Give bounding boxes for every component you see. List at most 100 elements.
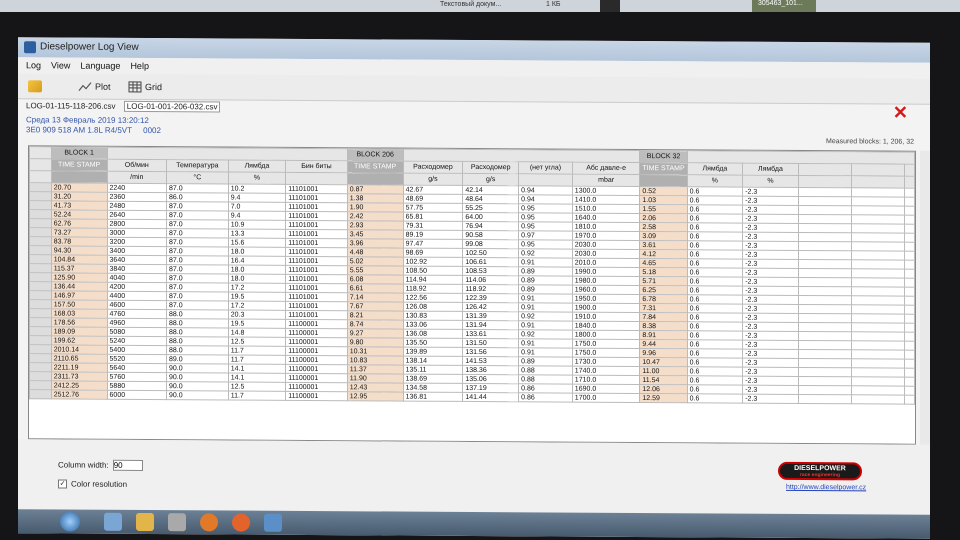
grid-cell[interactable]: -2.3: [742, 223, 799, 233]
grid-cell[interactable]: 1740.0: [572, 366, 640, 376]
grid-cell[interactable]: 4040: [107, 273, 167, 283]
grid-cell[interactable]: -2.3: [742, 295, 799, 305]
grid-cell[interactable]: 11101001: [285, 274, 348, 284]
grid-cell[interactable]: 1750.0: [572, 339, 640, 349]
grid-cell[interactable]: 10.31: [347, 346, 404, 357]
grid-cell[interactable]: 108.53: [462, 266, 519, 276]
grid-cell[interactable]: 4.12: [639, 249, 688, 259]
grid-cell[interactable]: 3.96: [347, 238, 404, 249]
grid-cell[interactable]: 135.11: [403, 365, 463, 375]
grid-cell[interactable]: 1700.0: [572, 393, 640, 403]
column-header[interactable]: TIME STAMP: [51, 158, 108, 172]
grid-cell[interactable]: 11101001: [285, 301, 348, 311]
column-header[interactable]: TIME STAMP: [639, 162, 688, 175]
grid-cell[interactable]: 79.31: [403, 221, 463, 231]
grid-cell[interactable]: 11101001: [285, 238, 348, 248]
close-file-button[interactable]: ✕: [893, 103, 908, 124]
grid-cell[interactable]: 104.84: [51, 254, 108, 265]
grid-cell[interactable]: 16.4: [228, 255, 286, 266]
grid-cell[interactable]: 10.83: [347, 355, 404, 366]
taskbar-ie-icon[interactable]: [104, 512, 122, 531]
grid-cell[interactable]: 0.95: [518, 203, 573, 214]
grid-cell[interactable]: 2.93: [347, 220, 404, 231]
grid-cell[interactable]: 18.0: [228, 246, 286, 257]
grid-cell[interactable]: 0.88: [518, 365, 573, 376]
grid-cell[interactable]: 6.08: [347, 274, 404, 285]
grid-cell[interactable]: 5640: [107, 363, 167, 373]
grid-cell[interactable]: 10.9: [228, 219, 286, 230]
grid-cell[interactable]: 1730.0: [572, 357, 640, 367]
grid-cell[interactable]: 55.25: [462, 203, 519, 213]
grid-cell[interactable]: 65.81: [403, 212, 463, 222]
grid-cell[interactable]: 0.91: [518, 338, 573, 349]
grid-cell[interactable]: 11100001: [285, 346, 348, 356]
grid-cell[interactable]: 83.78: [51, 236, 108, 247]
grid-cell[interactable]: 2.58: [639, 222, 688, 232]
grid-cell[interactable]: 11100001: [285, 391, 348, 401]
grid-cell[interactable]: 12.5: [228, 336, 286, 347]
grid-cell[interactable]: 0.6: [687, 267, 743, 278]
grid-cell[interactable]: 2512.76: [51, 389, 108, 400]
grid-cell[interactable]: 89.0: [166, 354, 229, 364]
grid-cell[interactable]: 0.92: [518, 248, 573, 259]
grid-cell[interactable]: 115.37: [51, 263, 108, 274]
grid-cell[interactable]: 2030.0: [572, 249, 640, 259]
grid-cell[interactable]: 2.42: [347, 211, 404, 222]
website-link[interactable]: http://www.dieselpower.cz: [786, 484, 866, 491]
grid-cell[interactable]: 90.58: [462, 230, 519, 240]
grid-cell[interactable]: 52.24: [51, 209, 108, 220]
grid-cell[interactable]: 0.89: [518, 275, 573, 286]
column-width-input[interactable]: [112, 459, 143, 471]
grid-cell[interactable]: 1990.0: [572, 267, 640, 277]
grid-cell[interactable]: 8.74: [347, 319, 404, 330]
grid-cell[interactable]: 125.90: [51, 272, 108, 283]
grid-cell[interactable]: 88.0: [166, 327, 229, 337]
grid-cell[interactable]: 10.47: [639, 357, 688, 367]
grid-cell[interactable]: 138.69: [403, 374, 463, 384]
grid-cell[interactable]: 9.4: [228, 192, 286, 203]
grid-cell[interactable]: 94.30: [51, 245, 108, 256]
grid-cell[interactable]: 76.94: [462, 221, 519, 231]
grid-cell[interactable]: 2010.0: [572, 258, 640, 268]
grid-cell[interactable]: 18.0: [228, 264, 286, 275]
grid-cell[interactable]: 1.38: [347, 193, 404, 204]
grid-cell[interactable]: 17.2: [228, 300, 286, 311]
grid-cell[interactable]: 4.65: [639, 258, 688, 268]
grid-cell[interactable]: 3.09: [639, 231, 688, 241]
grid-cell[interactable]: 5.71: [639, 276, 688, 286]
grid-cell[interactable]: -2.3: [742, 322, 799, 332]
grid-cell[interactable]: 1750.0: [572, 348, 640, 358]
grid-cell[interactable]: 12.43: [347, 382, 404, 393]
grid-cell[interactable]: -2.3: [742, 331, 799, 341]
grid-cell[interactable]: 31.20: [51, 191, 108, 202]
grid-cell[interactable]: 3200: [107, 237, 167, 247]
grid-cell[interactable]: 11100001: [285, 364, 348, 374]
grid-cell[interactable]: -2.3: [742, 241, 799, 251]
grid-cell[interactable]: 138.14: [403, 356, 463, 366]
grid-cell[interactable]: 2240: [107, 183, 167, 193]
grid-cell[interactable]: 15.6: [228, 237, 286, 248]
grid-cell[interactable]: 87.0: [166, 273, 229, 283]
grid-cell[interactable]: 0.6: [687, 276, 743, 287]
menu-view[interactable]: View: [51, 60, 70, 73]
grid-cell[interactable]: 114.94: [403, 275, 463, 285]
grid-cell[interactable]: 102.50: [462, 248, 519, 258]
grid-cell[interactable]: 2412.25: [51, 380, 108, 391]
file-tab-1[interactable]: LOG-01-115-118-206.csv: [26, 101, 116, 111]
grid-cell[interactable]: -2.3: [742, 214, 799, 224]
grid-cell[interactable]: 0.52: [639, 186, 688, 196]
grid-cell[interactable]: 13.3: [228, 228, 286, 239]
grid-cell[interactable]: 11100001: [285, 328, 348, 338]
grid-cell[interactable]: 11101001: [285, 265, 348, 275]
grid-cell[interactable]: 0.6: [687, 294, 743, 305]
grid-cell[interactable]: 87.0: [166, 219, 229, 229]
grid-cell[interactable]: 9.80: [347, 337, 404, 348]
grid-cell[interactable]: 0.95: [518, 212, 573, 223]
grid-cell[interactable]: 88.0: [166, 336, 229, 346]
grid-cell[interactable]: 131.56: [462, 347, 519, 357]
grid-cell[interactable]: 1980.0: [572, 276, 640, 286]
grid-cell[interactable]: 0.86: [518, 392, 573, 403]
grid-cell[interactable]: 0.6: [687, 375, 743, 386]
grid-cell[interactable]: 0.94: [518, 194, 573, 205]
grid-cell[interactable]: 3000: [107, 228, 167, 238]
